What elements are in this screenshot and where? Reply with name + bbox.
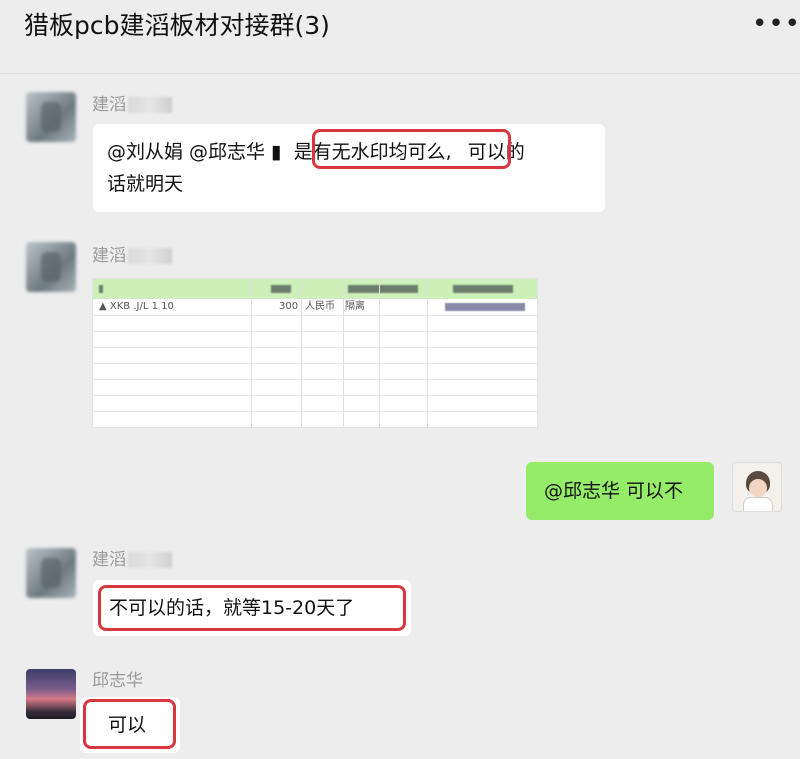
- my-avatar[interactable]: [732, 462, 782, 512]
- blurred-cell: [453, 285, 513, 293]
- more-options-icon[interactable]: •••: [752, 11, 800, 38]
- sheet-cell: 人民币: [305, 301, 335, 312]
- avatar[interactable]: [26, 242, 76, 292]
- sheet-data-row: ▲ XKB .J/L 1 10 300 人民币 隔离: [93, 299, 537, 315]
- blurred-cell: [271, 285, 291, 293]
- sender-name-text: 建滔: [92, 246, 126, 266]
- avatar[interactable]: [26, 548, 76, 598]
- avatar[interactable]: [26, 669, 76, 719]
- sender-name-text: 建滔: [92, 550, 126, 570]
- avatar[interactable]: [26, 92, 76, 142]
- sender-name: 建滔: [92, 245, 172, 267]
- sender-name-text: 建滔: [92, 95, 126, 115]
- sender-name: 建滔: [92, 94, 172, 116]
- message-text: @刘从娟 @邱志华 ▮: [107, 141, 282, 163]
- sender-name: 建滔: [92, 549, 172, 571]
- blurred-cell: [445, 303, 525, 311]
- highlight-box: [98, 585, 406, 631]
- blurred-cell: [99, 285, 103, 293]
- sheet-cell: 隔离: [345, 301, 365, 312]
- highlight-box: [83, 699, 176, 749]
- spreadsheet-image[interactable]: ▲ XKB .J/L 1 10 300 人民币 隔离: [92, 278, 538, 428]
- message-text: 话就明天: [107, 173, 184, 195]
- message-text: @邱志华 可以不: [544, 480, 684, 502]
- highlight-box: [312, 129, 511, 169]
- sheet-cell: 300: [279, 301, 299, 312]
- chat-header: 猎板pcb建滔板材对接群(3) •••: [0, 0, 800, 74]
- chat-title: 猎板pcb建滔板材对接群(3): [24, 11, 330, 40]
- blurred-name: [128, 552, 172, 568]
- blurred-cell: [348, 285, 418, 293]
- my-message-bubble[interactable]: @邱志华 可以不: [526, 462, 714, 520]
- blurred-name: [128, 97, 172, 113]
- sender-name: 邱志华: [92, 671, 143, 691]
- sheet-cell: ▲ XKB .J/L 1 10: [99, 301, 174, 312]
- blurred-name: [128, 248, 172, 264]
- sheet-header-row: [93, 279, 537, 299]
